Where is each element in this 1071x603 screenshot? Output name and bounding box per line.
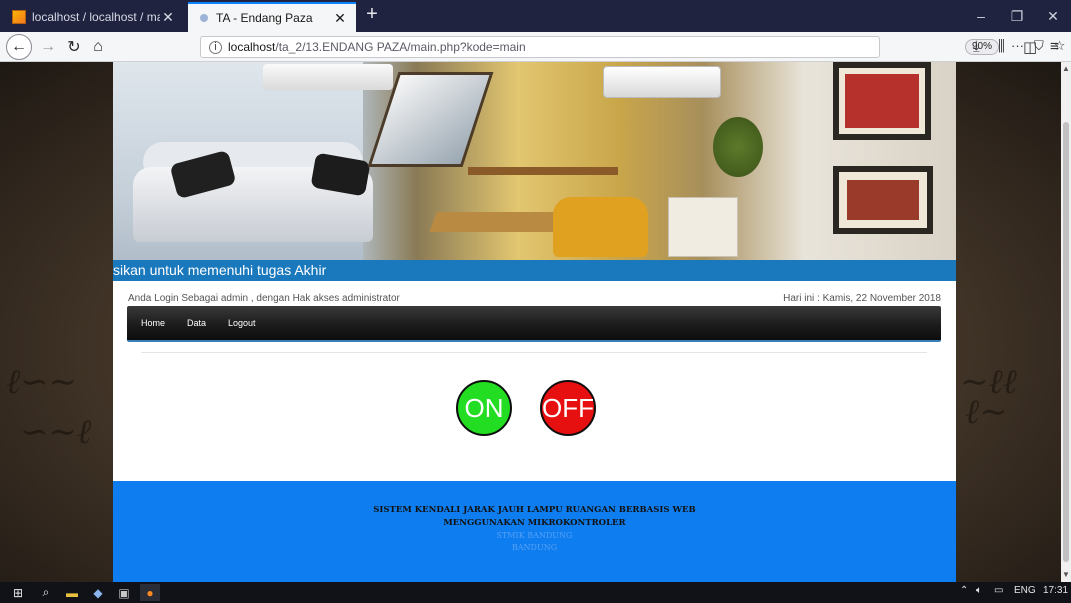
login-status-text: Anda Login Sebagai admin , dengan Hak ak…: [128, 293, 400, 304]
scrolling-marquee-text: sikan untuk memenuhi tugas Akhir: [113, 260, 956, 281]
page-scrollbar[interactable]: ▲ ▼: [1061, 62, 1071, 582]
address-bar[interactable]: i localhost/ta_2/13.ENDANG PAZA/main.php…: [200, 36, 1065, 58]
tab-close-icon[interactable]: ✕: [332, 10, 348, 27]
background-handwriting-decoration: ℓ∼: [965, 392, 1008, 432]
close-window-button[interactable]: ✕: [1035, 0, 1071, 32]
tab-label: TA - Endang Paza: [216, 11, 313, 25]
scroll-up-arrow-icon[interactable]: ▲: [1061, 64, 1071, 73]
footer-title-line-1: SISTEM KENDALI JARAK JAUH LAMPU RUANGAN …: [373, 505, 696, 515]
lamp-on-button[interactable]: ON: [456, 380, 512, 436]
windows-taskbar: ⊞ ⌕ ▬ ◆ ▣ ● ⌃ 🔈︎ ▭ ENG 17:31: [0, 582, 1071, 603]
background-handwriting-decoration: ℓ∽∼: [6, 362, 78, 402]
zoom-level-badge[interactable]: 90%: [965, 39, 1000, 55]
page-viewport: ℓ∽∼ ∽∼ℓ ∼ℓℓ ℓ∼ sikan untuk memenuhi tuga…: [0, 62, 1061, 582]
tab-close-icon[interactable]: ✕: [160, 9, 176, 26]
hamburger-menu-icon[interactable]: ≡: [1050, 38, 1059, 55]
library-icon[interactable]: ⫼: [998, 38, 1005, 55]
menu-item-data[interactable]: Data: [187, 318, 206, 328]
browser-navigation-bar: ← → ↻ ⌂ i localhost/ta_2/13.ENDANG PAZA/…: [0, 32, 1071, 62]
browser-tab-strip: localhost / localhost / maindb ✕ TA - En…: [0, 0, 1071, 32]
scrollbar-thumb[interactable]: [1063, 122, 1069, 562]
sidebar-icon[interactable]: ◫: [1023, 38, 1037, 56]
language-indicator[interactable]: ENG: [1014, 585, 1036, 596]
back-button[interactable]: ←: [6, 34, 32, 60]
volume-icon[interactable]: 🔈︎: [976, 585, 982, 596]
lamp-off-button[interactable]: OFF: [540, 380, 596, 436]
reload-button[interactable]: ↻: [62, 35, 86, 59]
forward-button[interactable]: →: [36, 35, 60, 59]
app-icon[interactable]: ◆: [88, 584, 108, 601]
footer-city: BANDUNG: [511, 543, 558, 552]
minimize-button[interactable]: –: [963, 0, 999, 32]
file-explorer-icon[interactable]: ▬: [62, 584, 82, 601]
current-date-text: Hari ini : Kamis, 22 November 2018: [783, 293, 941, 304]
new-tab-button[interactable]: +: [362, 3, 382, 26]
main-content-panel: Anda Login Sebagai admin , dengan Hak ak…: [113, 281, 956, 481]
site-info-icon[interactable]: i: [209, 40, 222, 54]
restore-button[interactable]: ❐: [999, 0, 1035, 32]
windows-start-icon[interactable]: ⊞: [8, 584, 28, 601]
url-host: localhost: [228, 40, 276, 54]
app-icon[interactable]: ▣: [114, 584, 134, 601]
scroll-down-arrow-icon[interactable]: ▼: [1061, 570, 1071, 579]
phpmyadmin-favicon-icon: [12, 10, 26, 24]
footer-title-line-2: MENGGUNAKAN MIKROKONTROLER: [443, 518, 626, 528]
air-conditioner-illustration: [603, 66, 721, 98]
tab-label: localhost / localhost / maindb: [32, 10, 160, 24]
site-container: sikan untuk memenuhi tugas Akhir Anda Lo…: [113, 62, 956, 582]
header-banner-image: [113, 62, 956, 260]
download-icon[interactable]: ⤓: [973, 38, 980, 55]
menu-item-home[interactable]: Home: [141, 318, 165, 328]
background-handwriting-decoration: ∽∼ℓ: [20, 412, 92, 452]
tab-phpmyadmin[interactable]: localhost / localhost / maindb ✕: [4, 2, 184, 32]
home-button[interactable]: ⌂: [86, 35, 110, 59]
firefox-icon[interactable]: ●: [140, 584, 160, 601]
battery-icon[interactable]: ▭: [994, 585, 1003, 596]
divider: [141, 352, 927, 353]
wall-painting-illustration: [833, 62, 931, 140]
main-menu-bar: Home Data Logout: [127, 306, 941, 342]
footer-institution: STMIK BANDUNG: [496, 531, 573, 540]
search-icon[interactable]: ⌕: [36, 584, 56, 601]
tray-chevron-icon[interactable]: ⌃: [960, 585, 968, 596]
air-conditioner-illustration: [263, 64, 393, 90]
menu-item-logout[interactable]: Logout: [228, 318, 256, 328]
site-footer: SISTEM KENDALI JARAK JAUH LAMPU RUANGAN …: [113, 481, 956, 582]
clock[interactable]: 17:31: [1043, 585, 1068, 596]
wall-painting-illustration: [833, 166, 933, 234]
page-favicon-icon: [200, 14, 208, 22]
url-path: /ta_2/13.ENDANG PAZA/main.php?kode=main: [275, 40, 526, 54]
tab-ta-endang-paza[interactable]: TA - Endang Paza ✕: [188, 2, 356, 32]
